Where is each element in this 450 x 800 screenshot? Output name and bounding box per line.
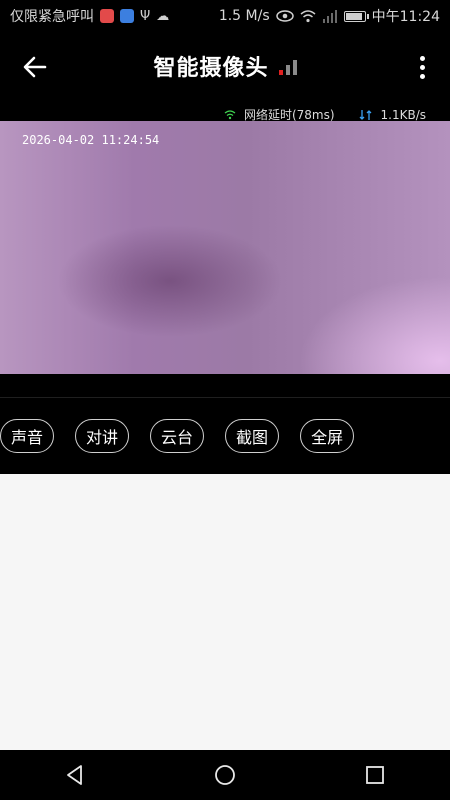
cloud-icon: ☁: [156, 8, 170, 24]
signal-bar: [292, 60, 297, 75]
wifi-icon: [300, 9, 316, 22]
usb-icon: Ψ: [140, 8, 151, 24]
network-speed: 1.5 M/s: [218, 8, 270, 24]
transfer-icon: [359, 109, 371, 120]
cellular-signal-icon: [322, 9, 337, 23]
title-wrap: 智能摄像头: [153, 50, 297, 82]
nav-back-button[interactable]: [55, 755, 95, 795]
clock: 中午11:24: [371, 9, 440, 25]
nav-home-button[interactable]: [205, 755, 245, 795]
dot-icon: [419, 64, 425, 70]
circle-home-icon: [215, 765, 235, 785]
network-status-text: 仅限紧急呼叫: [10, 9, 94, 25]
arrow-left-icon: [23, 56, 47, 78]
camera-video-feed[interactable]: 2026-04-02 11:24:54: [0, 121, 450, 374]
eye-icon: [275, 10, 294, 22]
nav-recents-button[interactable]: [355, 755, 395, 795]
wifi-latency-icon: [224, 109, 236, 119]
triangle-back-icon: [67, 765, 82, 785]
dot-icon: [419, 55, 425, 61]
status-bar: 仅限紧急呼叫 Ψ ☁ 1.5 M/s 中午11:24: [0, 0, 450, 32]
battery-icon: [343, 10, 369, 22]
ptz-button[interactable]: 云台: [150, 419, 205, 453]
system-nav-bar: [0, 750, 450, 800]
controls-bar: 声音 对讲 云台 截图 全屏: [0, 398, 450, 474]
red-app-icon: [100, 9, 114, 23]
video-timestamp: 2026-04-02 11:24:54: [22, 133, 160, 147]
fullscreen-button[interactable]: 全屏: [300, 419, 355, 453]
shield-app-icon: [120, 9, 134, 23]
sound-button[interactable]: 声音: [0, 419, 55, 453]
back-button[interactable]: [18, 50, 52, 84]
square-recents-icon: [366, 766, 384, 784]
page-title: 智能摄像头: [153, 56, 269, 81]
signal-bar: [285, 65, 290, 75]
signal-bar: [278, 70, 283, 75]
signal-strength-icon: [278, 57, 297, 75]
talk-button[interactable]: 对讲: [75, 419, 130, 453]
screenshot-button[interactable]: 截图: [225, 419, 280, 453]
more-options-button[interactable]: [410, 50, 434, 84]
status-bar-left: 仅限紧急呼叫 Ψ ☁: [10, 6, 169, 26]
bitrate: 1.1KB/s: [380, 107, 426, 122]
content-area: [0, 474, 450, 750]
status-bar-right: 1.5 M/s 中午11:24: [219, 6, 440, 26]
dot-icon: [419, 73, 425, 79]
video-section: 网络延时(78ms) 1.1KB/s 2026-04-02 11:24:54: [0, 100, 450, 398]
app-bar: 智能摄像头: [0, 32, 450, 100]
